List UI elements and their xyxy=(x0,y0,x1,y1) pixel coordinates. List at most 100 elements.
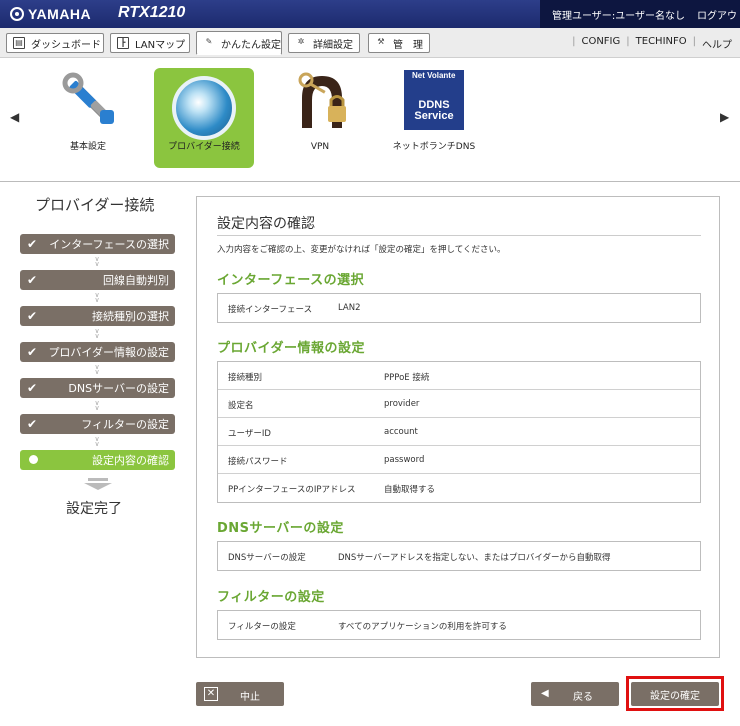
row-value: LAN2 xyxy=(338,303,361,313)
tab-dashboard-label: ダッシュボード xyxy=(31,39,101,51)
check-icon: ✔ xyxy=(27,345,38,359)
tab-dashboard[interactable]: ▤ ダッシュボード xyxy=(6,33,104,53)
tab-advanced-settings[interactable]: ✲ 詳細設定 xyxy=(288,33,360,53)
keys-lock-icon xyxy=(298,72,346,128)
row-key: ユーザーID xyxy=(228,429,271,439)
table-row: 接続パスワード password xyxy=(218,446,700,474)
category-netvolante-dns-label: ネットボランチDNS xyxy=(392,142,476,152)
panel-title: 設定内容の確認 xyxy=(217,216,315,232)
techinfo-link[interactable]: TECHINFO xyxy=(636,36,687,51)
help-link[interactable]: ヘルプ xyxy=(702,36,732,51)
tab-easy-setup[interactable]: ✎ かんたん設定 xyxy=(196,31,282,55)
back-button[interactable]: ◀ 戻る xyxy=(531,682,619,706)
row-key: DNSサーバーの設定 xyxy=(228,553,306,563)
logout-link[interactable]: ログアウト xyxy=(697,7,740,22)
easy-setup-icon: ✎ xyxy=(205,37,213,46)
category-vpn[interactable]: VPN xyxy=(270,68,370,168)
wrench-icon: ⚒ xyxy=(377,37,385,46)
table-row: PPインターフェースのIPアドレス 自動取得する xyxy=(218,474,700,502)
check-icon: ✔ xyxy=(27,417,38,431)
table-row: フィルターの設定 すべてのアプリケーションの利用を許可する xyxy=(218,611,700,639)
close-icon: ✕ xyxy=(204,687,218,701)
check-icon: ✔ xyxy=(27,273,38,287)
back-button-label: 戻る xyxy=(573,692,593,703)
setup-category-row: ◀ ▶ 基本設定 プロバイダー接続 VPN Net Volante DDNS S… xyxy=(0,58,740,182)
row-value: DNSサーバーアドレスを指定しない、またはプロバイダーから自動取得 xyxy=(338,553,611,563)
tab-easy-setup-label: かんたん設定 xyxy=(221,39,281,51)
row-key: フィルターの設定 xyxy=(228,622,296,632)
title-divider xyxy=(217,235,701,236)
back-arrow-icon: ◀ xyxy=(541,688,549,699)
table-dns: DNSサーバーの設定 DNSサーバーアドレスを指定しない、またはプロバイダーから… xyxy=(217,541,701,571)
table-interface: 接続インターフェース LAN2 xyxy=(217,293,701,323)
scroll-left-arrow-icon[interactable]: ◀ xyxy=(10,110,19,124)
category-basic-settings[interactable]: 基本設定 xyxy=(38,68,138,168)
section-title-dns: DNSサーバーの設定 xyxy=(217,521,344,536)
step-connection-type: ✔ 接続種別の選択 xyxy=(20,306,175,326)
panel-description: 入力内容をご確認の上、変更がなければ「設定の確定」を押してください。 xyxy=(217,245,506,255)
table-row: 設定名 provider xyxy=(218,390,700,418)
confirm-button-label: 設定の確定 xyxy=(650,690,700,702)
row-key: 接続種別 xyxy=(228,373,263,383)
step-label: プロバイダー情報の設定 xyxy=(48,346,169,359)
user-bar: 管理ユーザー:ユーザー名なし ログアウト xyxy=(540,0,740,28)
lan-map-icon: ┣ xyxy=(117,37,129,49)
dashboard-icon: ▤ xyxy=(13,37,25,49)
tab-management[interactable]: ⚒ 管 理 xyxy=(368,33,430,53)
current-step-dot-icon xyxy=(29,455,38,464)
row-value: すべてのアプリケーションの利用を許可する xyxy=(338,622,507,632)
category-provider-connection[interactable]: プロバイダー接続 xyxy=(154,68,254,168)
row-key: 接続パスワード xyxy=(228,457,288,467)
chevron-down-icon: ∨ ∨ xyxy=(94,435,100,448)
cancel-button[interactable]: ✕ 中止 xyxy=(196,682,284,706)
user-label: 管理ユーザー xyxy=(552,10,612,22)
row-key: 接続インターフェース xyxy=(228,305,313,315)
chevron-down-icon: ∨ ∨ xyxy=(94,291,100,304)
row-key: 設定名 xyxy=(228,401,254,411)
chevron-down-icon: ∨ ∨ xyxy=(94,255,100,268)
tools-icon xyxy=(62,72,114,124)
section-title-provider-info: プロバイダー情報の設定 xyxy=(217,341,365,356)
menu-bar: ▤ ダッシュボード ┣ LANマップ ✎ かんたん設定 ✲ 詳細設定 ⚒ 管 理… xyxy=(0,28,740,58)
user-info: 管理ユーザー:ユーザー名なし xyxy=(552,10,685,22)
ddns-badge-top: Net Volante xyxy=(412,71,456,80)
tab-lan-map[interactable]: ┣ LANマップ xyxy=(110,33,190,53)
check-icon: ✔ xyxy=(27,237,38,251)
finish-arrow-icon xyxy=(84,478,112,490)
ddns-badge-bottom: DDNS Service xyxy=(414,99,454,122)
row-value: 自動取得する xyxy=(384,485,436,495)
ddns-icon: Net Volante DDNS Service xyxy=(404,70,464,130)
finish-label: 設定完了 xyxy=(66,501,122,517)
tab-lan-map-label: LANマップ xyxy=(135,39,186,51)
step-label: 回線自動判別 xyxy=(103,274,169,287)
step-label: インターフェースの選択 xyxy=(49,238,169,251)
step-label: 設定内容の確認 xyxy=(92,454,169,467)
top-links: | CONFIG | TECHINFO | ヘルプ xyxy=(572,36,732,51)
category-netvolante-dns[interactable]: Net Volante DDNS Service ネットボランチDNS xyxy=(384,68,484,168)
row-key: PPインターフェースのIPアドレス xyxy=(228,485,356,495)
check-icon: ✔ xyxy=(27,309,38,323)
table-row: 接続種別 PPPoE 接続 xyxy=(218,362,700,390)
table-row: 接続インターフェース LAN2 xyxy=(218,294,700,322)
step-label: DNSサーバーの設定 xyxy=(68,382,169,395)
tab-management-label: 管 理 xyxy=(393,39,423,51)
table-filter: フィルターの設定 すべてのアプリケーションの利用を許可する xyxy=(217,610,701,640)
step-interface-selection: ✔ インターフェースの選択 xyxy=(20,234,175,254)
chevron-down-icon: ∨ ∨ xyxy=(94,327,100,340)
top-bar: YAMAHA RTX1210 管理ユーザー:ユーザー名なし ログアウト xyxy=(0,0,740,28)
user-name: ユーザー名なし xyxy=(615,10,685,22)
step-label: 接続種別の選択 xyxy=(92,310,169,323)
config-link[interactable]: CONFIG xyxy=(581,36,620,51)
brand-name: YAMAHA xyxy=(28,6,92,22)
step-provider-info: ✔ プロバイダー情報の設定 xyxy=(20,342,175,362)
scroll-right-arrow-icon[interactable]: ▶ xyxy=(720,110,729,124)
step-auto-line-detection: ✔ 回線自動判別 xyxy=(20,270,175,290)
section-title-filter: フィルターの設定 xyxy=(217,590,325,605)
section-title-interface: インターフェースの選択 xyxy=(217,273,365,288)
globe-icon xyxy=(172,76,236,140)
confirm-settings-button[interactable]: 設定の確定 xyxy=(631,682,719,706)
chevron-down-icon: ∨ ∨ xyxy=(94,399,100,412)
chevron-down-icon: ∨ ∨ xyxy=(94,363,100,376)
page: YAMAHA RTX1210 管理ユーザー:ユーザー名なし ログアウト ▤ ダッ… xyxy=(0,0,740,726)
table-row: ユーザーID account xyxy=(218,418,700,446)
